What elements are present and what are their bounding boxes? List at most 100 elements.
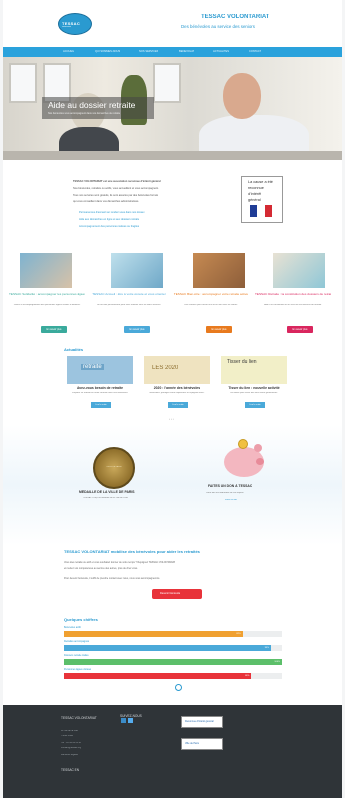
stat-bar-fill: 95% [64,645,272,651]
site-tagline: Des bénévoles au service des seniors [181,24,255,29]
badge-ville-paris[interactable]: Ville de Paris [181,738,223,750]
news-image-tisser[interactable]: Tisser du lien [221,356,287,384]
service-image-accueil[interactable] [111,253,163,288]
service-title[interactable]: TESSAC Accueil : être à votre écoute et … [91,292,167,296]
logo[interactable]: TESSAC volontariat [58,13,92,35]
news-text: Préparer sa retraite en toute sérénité a… [71,392,129,394]
french-flag-icon [250,205,272,217]
news-text: Bénévoles, partagez votre expérience et … [149,392,205,394]
site-footer [3,705,342,798]
intro-bullet: Permanences d'accueil sur rendez-vous da… [79,211,145,214]
service-text: Des activités pour rester actif et en li… [184,304,238,306]
badge-text: général [248,198,261,202]
news-image-text: retraite [81,364,104,370]
engagement-title: TESSAC VOLONTARIAT mobilise des bénévole… [64,549,200,554]
nav-item-services[interactable]: NOS SERVICES [139,50,158,53]
news-image-retraite[interactable]: retraite [67,356,133,384]
window-decoration [9,63,37,103]
badge-text: La cause a été [248,180,273,184]
stat-bar-value: 82% [236,632,241,635]
actualites-heading: Actualités [64,347,84,352]
nav-item-actualites[interactable]: ACTUALITÉS [213,50,229,53]
news-image-benevoles[interactable]: LES 2020 [144,356,210,384]
donation-text: Votre don est déductible de vos impôts [206,492,244,494]
badge-interet-general[interactable]: Reconnue d'intérêt général [181,716,223,728]
news-read-more-button[interactable]: Lire la suite [245,402,265,408]
desk-image [3,151,342,160]
stat-bar-value: 100% [274,660,280,663]
page: TESSAC volontariat TESSAC VOLONTARIAT De… [3,0,342,798]
logo-subtitle: volontariat [62,26,72,28]
news-image-text: Tisser du lien [227,359,257,365]
window-decoration [153,63,181,103]
service-title[interactable]: TESSAC Solidarité : accompagner les pers… [9,292,85,296]
intro-text: Nos bénévoles, retraités ou actifs, vous… [73,187,159,190]
stat-label: Retraités accompagnés [64,640,90,643]
engagement-text: et mettez vos compétences au service des… [64,567,138,570]
hero-title: Aide au dossier retraite [48,100,136,110]
facebook-icon[interactable] [121,718,126,723]
engagement-text: Vous êtes retraité ou actif et vous souh… [64,561,176,564]
scroll-top-button[interactable] [175,684,182,691]
service-title[interactable]: TESSAC Retraite : la constitution des do… [255,292,331,296]
service-text: Visites et accompagnement des personnes … [13,304,81,306]
service-more-button[interactable]: En savoir plus [124,326,150,333]
service-more-button[interactable]: En savoir plus [287,326,313,333]
news-text: Un atelier pour tisser des liens entre g… [230,392,278,394]
donation-title: FAITES UN DON À TESSAC [208,484,253,488]
stat-label: Bénévoles actifs [64,626,82,629]
service-image-solidarite[interactable] [20,253,72,288]
pig-snout [256,458,264,465]
nav-item-benevolat[interactable]: BÉNÉVOLAT [179,50,194,53]
footer-email[interactable]: contact@tessac.org [61,747,81,749]
chiffres-heading: Quelques chiffres [64,617,98,622]
service-title[interactable]: TESSAC Bien-être : accompagner votre ret… [173,292,249,296]
news-image-text: LES 2020 [152,365,179,371]
stat-bar-value: 86% [245,674,250,677]
stat-label: Personnes âgées visitées [64,668,92,671]
news-read-more-button[interactable]: Lire la suite [168,402,188,408]
partners-band [3,425,342,545]
intro-text: qui vous conseillent dans vos démarches … [73,200,140,203]
twitter-icon[interactable] [128,718,133,723]
stat-bar: 86% [64,673,282,679]
medal-title: MÉDAILLE DE LA VILLE DE PARIS [79,490,135,494]
footer-legal-link[interactable]: Mentions légales [61,754,78,756]
main-nav: ACCUEIL QUI SOMMES-NOUS NOS SERVICES BÉN… [3,47,342,57]
footer-phone: Tél : 01 42 00 00 00 [61,742,82,744]
stat-bar-value: 95% [264,646,270,649]
footer-address: 12 rue de la Paix [61,730,79,732]
carousel-dots[interactable]: • • • [169,417,174,421]
news-read-more-button[interactable]: Lire la suite [91,402,111,408]
news-title[interactable]: Avez-vous besoin de retraite [67,386,133,390]
become-volunteer-button[interactable]: Devenir bénévole [152,589,202,599]
service-image-bien-etre[interactable] [193,253,245,288]
news-title[interactable]: 2020 : l'année des bénévoles [144,386,210,390]
stat-bar: 100% [64,659,282,665]
medal-text: TESSAC a reçu la médaille de la Ville de… [83,497,129,499]
stat-bar: 82% [64,631,282,637]
service-more-button[interactable]: En savoir plus [41,326,67,333]
badge-label: Reconnue d'intérêt général [185,720,214,723]
medal-image: VILLE DE PARIS [93,447,135,489]
nav-item-contact[interactable]: CONTACT [249,50,261,53]
site-header: TESSAC volontariat TESSAC VOLONTARIAT De… [3,0,342,47]
stat-label: Dossiers retraite traités [64,654,89,657]
man-photo [223,73,261,119]
intro-bullet: Aide aux démarches en ligne et aux dossi… [79,218,140,221]
service-image-retraite[interactable] [273,253,325,288]
stat-bar-fill: 86% [64,673,252,679]
nav-item-qui-sommes-nous[interactable]: QUI SOMMES-NOUS [95,50,120,53]
become-volunteer-label: Devenir bénévole [160,592,181,595]
engagement-text: Pour devenir bénévole, il suffit de pren… [64,577,161,580]
service-more-button[interactable]: En savoir plus [206,326,232,333]
piggy-bank-icon[interactable] [224,439,264,477]
badge-label: Ville de Paris [185,742,199,745]
nav-item-accueil[interactable]: ACCUEIL [63,50,74,53]
footer-subtitle: TESSAC EN [61,768,80,772]
pig-ear [254,444,262,452]
stat-bar-fill: 82% [64,631,243,637]
news-title[interactable]: Tisser du lien : nouvelle activité [221,386,287,390]
medal-text: VILLE DE PARIS [106,466,122,468]
donation-link[interactable]: Faire un don [225,499,237,501]
